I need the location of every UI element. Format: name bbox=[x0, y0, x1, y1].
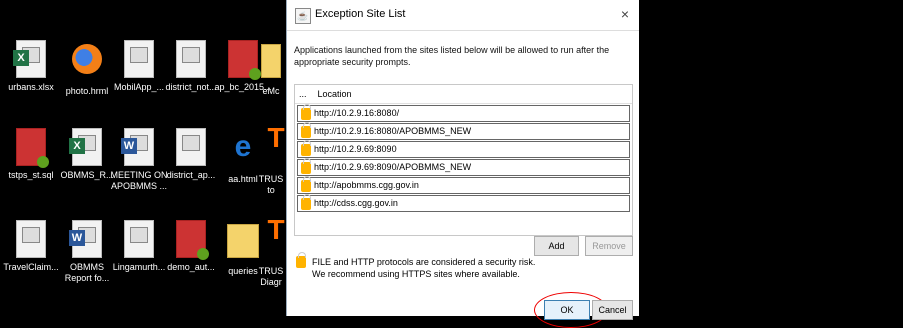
document-icon: X bbox=[69, 128, 102, 166]
site-row[interactable]: http://10.2.9.69:8090 bbox=[297, 139, 630, 158]
trust-icon: T bbox=[261, 128, 284, 172]
list-header-dots: ... bbox=[299, 89, 307, 99]
folder-icon bbox=[261, 44, 281, 78]
internet-explorer-icon: e bbox=[234, 130, 252, 163]
document-icon bbox=[122, 40, 156, 80]
list-header-location: Location bbox=[317, 89, 352, 99]
document-icon bbox=[124, 40, 154, 78]
security-warning-line-1: FILE and HTTP protocols are considered a… bbox=[312, 257, 536, 267]
excel-badge-icon: X bbox=[13, 50, 29, 66]
trust-logo-icon: T bbox=[267, 220, 285, 245]
lock-icon bbox=[301, 121, 311, 138]
desktop-icon-label: urbans.xlsx bbox=[8, 82, 54, 92]
excel-badge-icon: X bbox=[69, 138, 85, 154]
excel-icon: X bbox=[69, 128, 104, 168]
lock-icon bbox=[301, 139, 311, 156]
document-icon bbox=[14, 220, 48, 260]
document-icon: W bbox=[69, 220, 102, 258]
site-row[interactable]: http://10.2.9.69:8090/APOBMMS_NEW bbox=[297, 157, 630, 176]
desktop-icon-tstps[interactable]: tstps_st.sql bbox=[0, 128, 62, 181]
jar-icon bbox=[228, 40, 261, 80]
word-badge-icon: W bbox=[69, 230, 85, 246]
desktop-icon-trust-1[interactable]: T TRUS to bbox=[256, 128, 286, 196]
add-button[interactable]: Add bbox=[534, 236, 579, 256]
lock-icon bbox=[301, 175, 311, 192]
jar-icon bbox=[226, 40, 261, 80]
site-list: ... Location http://10.2.9.16:8080/ http… bbox=[294, 84, 633, 236]
site-url: http://10.2.9.69:8090 bbox=[314, 144, 397, 154]
site-row[interactable]: http://10.2.9.16:8080/ bbox=[297, 103, 630, 122]
java-icon: ☕ bbox=[295, 8, 311, 24]
word-icon: W bbox=[69, 220, 104, 260]
jar-icon bbox=[176, 220, 209, 260]
document-icon: W bbox=[121, 128, 154, 166]
folder-icon bbox=[227, 224, 259, 258]
site-url: http://10.2.9.16:8080/ bbox=[314, 108, 400, 118]
site-row[interactable]: http://cdss.cgg.gov.in bbox=[297, 193, 630, 212]
close-icon[interactable]: × bbox=[621, 6, 629, 22]
jar-icon bbox=[174, 220, 209, 260]
folder-icon bbox=[261, 44, 281, 84]
desktop-icon-label: TravelClaim... bbox=[3, 262, 59, 272]
dialog-titlebar: ☕ Exception Site List × bbox=[287, 0, 639, 31]
desktop-icon-label: TRUS Diagr bbox=[258, 266, 284, 287]
site-url: http://10.2.9.69:8090/APOBMMS_NEW bbox=[314, 162, 472, 172]
desktop-icon-label: tstps_st.sql bbox=[8, 170, 54, 180]
lock-icon bbox=[301, 157, 311, 174]
dialog-title: Exception Site List bbox=[315, 8, 406, 20]
desktop-icon-emc[interactable]: eMc bbox=[256, 40, 286, 97]
site-url: http://cdss.cgg.gov.in bbox=[314, 198, 398, 208]
firefox-logo-icon bbox=[72, 44, 102, 74]
jar-icon bbox=[14, 128, 49, 168]
trust-logo-icon: T bbox=[267, 128, 285, 153]
lock-icon bbox=[301, 193, 311, 210]
trust-icon: T bbox=[261, 220, 284, 264]
remove-button[interactable]: Remove bbox=[585, 236, 633, 256]
document-icon bbox=[176, 40, 206, 78]
document-icon bbox=[176, 128, 206, 166]
folder-icon bbox=[226, 224, 260, 264]
excel-icon: X bbox=[13, 40, 48, 80]
lock-icon bbox=[296, 252, 306, 268]
document-icon bbox=[174, 128, 208, 168]
ok-button[interactable]: OK bbox=[544, 300, 590, 320]
site-url: http://10.2.9.16:8080/APOBMMS_NEW bbox=[314, 126, 472, 136]
site-row[interactable]: http://apobmms.cgg.gov.in bbox=[297, 175, 630, 194]
dialog-description: Applications launched from the sites lis… bbox=[294, 45, 610, 67]
site-list-header: ... Location bbox=[295, 85, 632, 104]
document-icon bbox=[124, 220, 154, 258]
desktop-icon-urbans[interactable]: X urbans.xlsx bbox=[0, 40, 62, 93]
ie-icon: e bbox=[226, 132, 260, 172]
cancel-button[interactable]: Cancel bbox=[592, 300, 633, 320]
exception-site-list-dialog: ☕ Exception Site List × Applications lau… bbox=[286, 0, 639, 328]
lock-icon bbox=[301, 103, 311, 120]
site-url: http://apobmms.cgg.gov.in bbox=[314, 180, 419, 190]
firefox-icon bbox=[70, 44, 104, 84]
security-warning: FILE and HTTP protocols are considered a… bbox=[296, 252, 616, 280]
document-icon bbox=[122, 220, 156, 260]
document-icon bbox=[16, 220, 46, 258]
jar-icon bbox=[16, 128, 49, 168]
security-warning-line-2: We recommend using HTTPS sites where ava… bbox=[312, 269, 520, 279]
word-badge-icon: W bbox=[121, 138, 137, 154]
desktop-icon-label: TRUS to bbox=[258, 174, 284, 195]
desktop-icon-label: eMc bbox=[262, 86, 280, 96]
desktop-icon-travelclaim[interactable]: TravelClaim... bbox=[0, 220, 62, 273]
document-icon: X bbox=[13, 40, 46, 78]
desktop-icon-trust-2[interactable]: T TRUS Diagr bbox=[256, 220, 286, 288]
site-row[interactable]: http://10.2.9.16:8080/APOBMMS_NEW bbox=[297, 121, 630, 140]
word-icon: W bbox=[121, 128, 156, 168]
document-icon bbox=[174, 40, 208, 80]
